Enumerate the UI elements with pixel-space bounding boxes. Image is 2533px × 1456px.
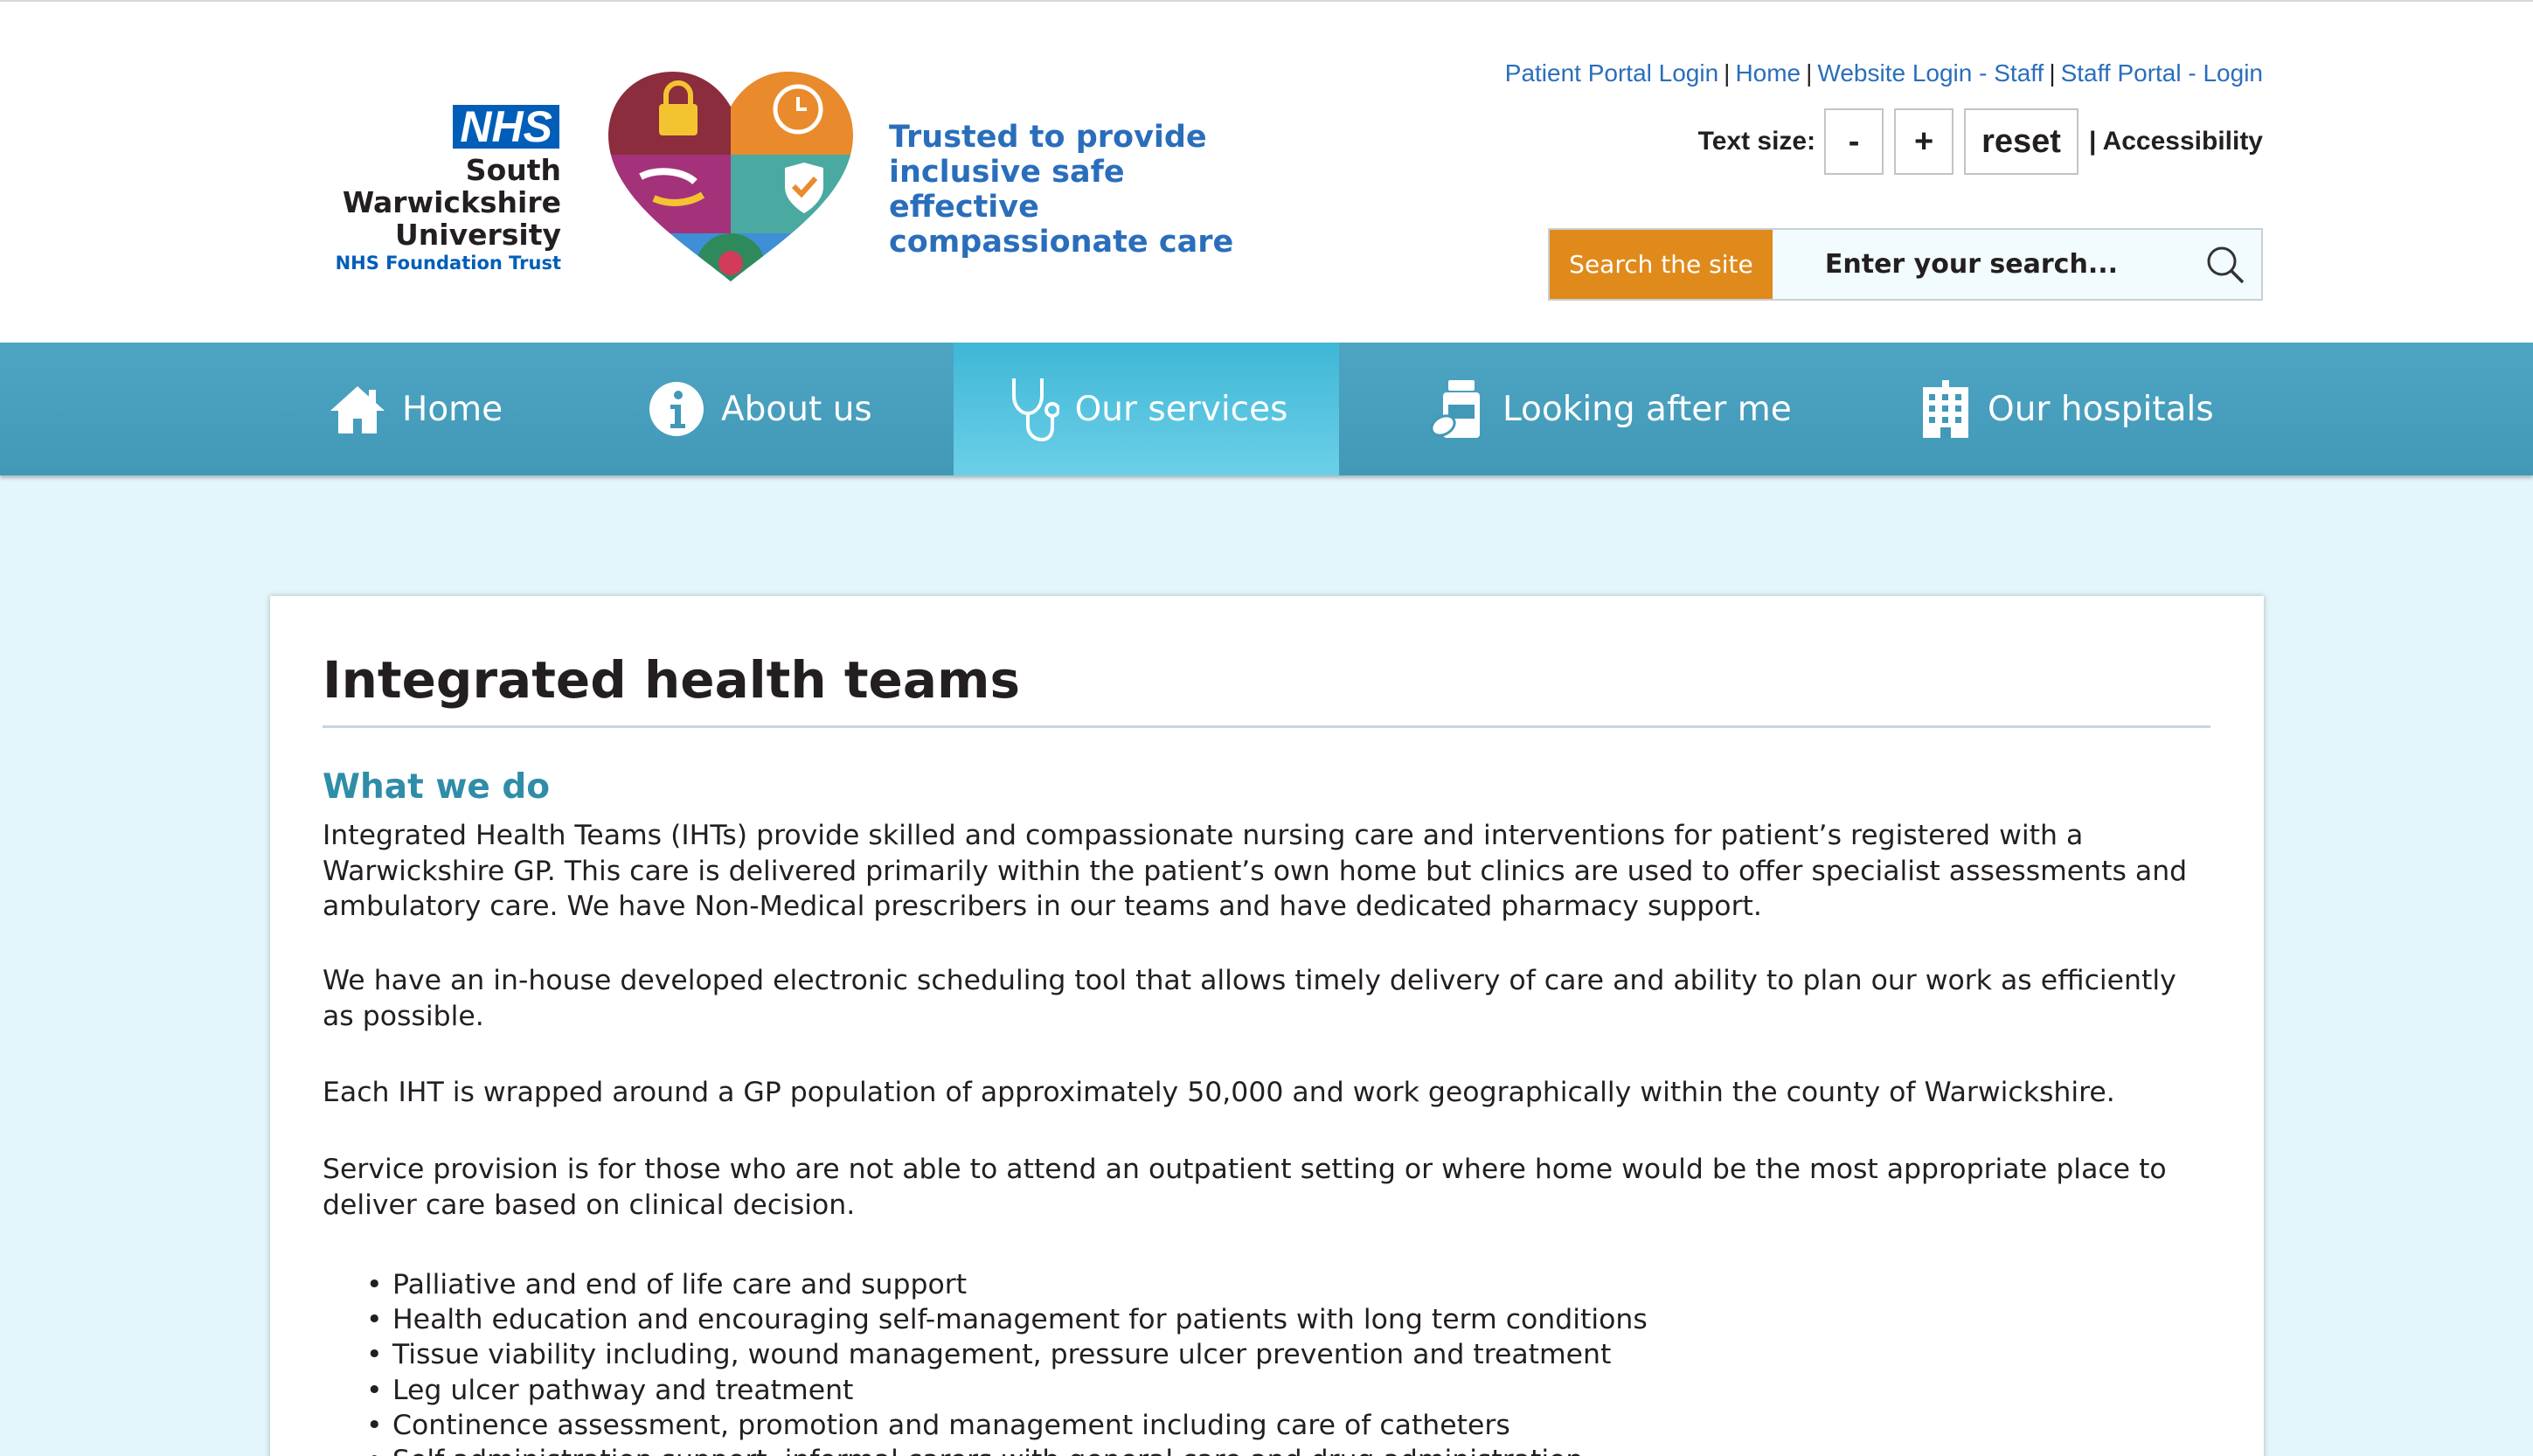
info-icon: [649, 382, 704, 436]
paragraph-provision: Service provision is for those who are n…: [323, 1154, 2167, 1221]
utility-links: Patient Portal Login | Home | Website Login …: [1505, 59, 2263, 87]
accessibility-link[interactable]: | Accessibility: [2089, 127, 2263, 156]
staff-portal-login-link[interactable]: Staff Portal - Login: [2061, 59, 2263, 87]
paragraph-scheduling: We have an in-house developed electronic…: [323, 965, 2176, 1032]
nhs-trust-logo[interactable]: NHS South Warwickshire University NHS Fo…: [262, 105, 561, 275]
trust-name: South Warwickshire University: [262, 154, 561, 251]
section-heading: What we do: [323, 767, 551, 807]
main-navigation: Home About us Our services Looking after…: [0, 343, 2533, 475]
list-item: Leg ulcer pathway and treatment: [323, 1373, 2210, 1408]
trust-subtitle: NHS Foundation Trust: [335, 253, 561, 274]
list-item: Palliative and end of life care and supp…: [323, 1267, 2210, 1302]
nav-label-our-hospitals: Our hospitals: [1988, 389, 2214, 429]
nav-item-looking-after-me[interactable]: Looking after me: [1429, 343, 1792, 475]
stethoscope-icon: [1011, 378, 1059, 442]
nav-label-our-services: Our services: [1074, 389, 1288, 429]
list-item: Tissue viability including, wound manage…: [323, 1337, 2210, 1372]
site-search: Search the site: [1548, 228, 2263, 301]
separator: |: [2049, 59, 2056, 87]
hospital-building-icon: [1923, 380, 1968, 438]
nav-label-home: Home: [402, 389, 503, 429]
list-item: Self-administration support, informal ca…: [323, 1443, 2210, 1456]
paragraph-intro: Integrated Health Teams (IHTs) provide s…: [323, 820, 2188, 922]
site-header: NHS South Warwickshire University NHS Fo…: [0, 0, 2533, 343]
nav-item-about-us[interactable]: About us: [648, 343, 872, 475]
search-icon: [2207, 246, 2245, 283]
list-item: Health education and encouraging self-ma…: [323, 1302, 2210, 1337]
paragraph-population: Each IHT is wrapped around a GP populati…: [323, 1077, 2115, 1108]
decrease-text-size-button[interactable]: -: [1824, 108, 1884, 175]
tagline-line2: inclusive safe effective: [889, 155, 1125, 225]
nav-label-about-us: About us: [721, 389, 872, 429]
trust-name-line1: South Warwickshire: [342, 153, 561, 219]
separator: |: [1806, 59, 1813, 87]
tagline: Trusted to provide inclusive safe effect…: [889, 120, 1256, 260]
list-item: Continence assessment, promotion and man…: [323, 1408, 2210, 1443]
tagline-line1: Trusted to provide: [889, 120, 1207, 155]
patient-portal-login-link[interactable]: Patient Portal Login: [1505, 59, 1718, 87]
search-label: Search the site: [1550, 230, 1773, 299]
nav-item-our-hospitals[interactable]: Our hospitals: [1919, 343, 2214, 475]
nav-item-home[interactable]: Home: [329, 343, 503, 475]
search-input[interactable]: [1772, 230, 2190, 299]
services-list: Palliative and end of life care and supp…: [323, 1267, 2210, 1456]
home-icon: [330, 386, 385, 433]
nav-label-looking-after-me: Looking after me: [1502, 389, 1792, 429]
text-size-controls: Text size: - + reset | Accessibility: [1698, 107, 2263, 176]
trust-name-line2: University: [394, 218, 561, 252]
page-title: Integrated health teams: [323, 650, 1020, 710]
nhs-badge: NHS: [453, 105, 559, 149]
text-size-label: Text size:: [1697, 127, 1816, 156]
title-divider: [323, 725, 2210, 728]
content-card: Integrated health teams What we do Integ…: [270, 596, 2264, 1456]
reset-text-size-button[interactable]: reset: [1964, 108, 2078, 175]
tagline-line3: compassionate care: [889, 225, 1234, 260]
separator: |: [1724, 59, 1731, 87]
website-login-staff-link[interactable]: Website Login - Staff: [1817, 59, 2044, 87]
medicine-icon: [1430, 380, 1480, 438]
home-link[interactable]: Home: [1735, 59, 1801, 87]
search-submit-button[interactable]: [2189, 230, 2261, 299]
nav-item-our-services[interactable]: Our services: [954, 343, 1339, 475]
increase-text-size-button[interactable]: +: [1894, 108, 1954, 175]
heart-puzzle-logo-icon: [608, 72, 853, 281]
